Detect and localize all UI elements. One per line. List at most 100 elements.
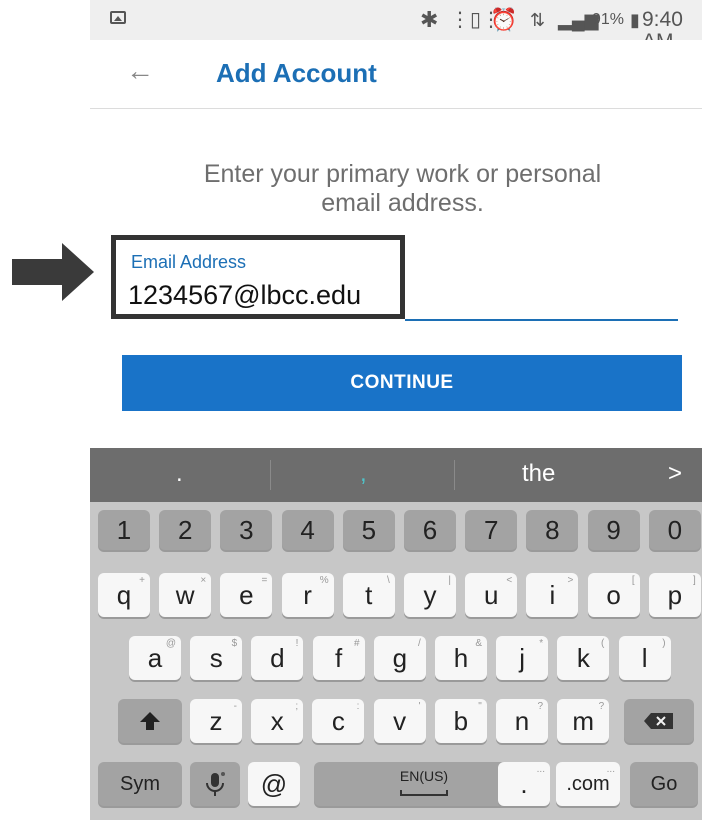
- key-s[interactable]: $ s: [190, 636, 243, 680]
- key-label: m: [572, 706, 595, 736]
- bluetooth-icon: ✱: [420, 7, 439, 32]
- key-label: r: [303, 580, 312, 610]
- key-5[interactable]: 5: [342, 510, 395, 550]
- key-secondary-label: *: [539, 638, 544, 649]
- microphone-icon: [206, 772, 225, 796]
- space-language-label: EN(US): [399, 768, 449, 784]
- key-l[interactable]: ) l: [618, 636, 671, 680]
- battery-icon: ▮: [630, 10, 640, 30]
- back-arrow-icon[interactable]: ←: [126, 54, 154, 88]
- key-v[interactable]: ' v: [373, 699, 426, 743]
- key-secondary-label: @: [165, 638, 176, 649]
- period-key[interactable]: ....: [498, 762, 550, 806]
- at-key[interactable]: @: [248, 762, 300, 806]
- key-label: 1: [116, 515, 132, 545]
- key-o[interactable]: [o: [587, 573, 640, 617]
- key-m[interactable]: ? m: [557, 699, 610, 743]
- key-label: g: [392, 643, 408, 673]
- key-g[interactable]: / g: [373, 636, 426, 680]
- key-label: 4: [300, 515, 315, 545]
- key-label: 6: [422, 515, 438, 545]
- key-z[interactable]: -z: [190, 699, 242, 743]
- voice-input-key[interactable]: [190, 762, 240, 806]
- key-label: x: [270, 706, 284, 736]
- key-secondary-label: ?: [598, 701, 605, 712]
- key-label: k: [576, 643, 590, 673]
- key-7[interactable]: 7: [465, 510, 518, 550]
- dotcom-key[interactable]: ... .com: [556, 762, 620, 806]
- key-label: h: [453, 643, 469, 673]
- key-secondary-label: ": [478, 701, 482, 712]
- key-t[interactable]: \ t: [342, 573, 395, 617]
- key-f[interactable]: # f: [312, 636, 365, 680]
- key-secondary-label: ...: [606, 764, 615, 775]
- pointer-arrow-icon: [12, 243, 94, 301]
- key-label: .: [520, 769, 528, 799]
- key-a[interactable]: @ a: [129, 636, 181, 680]
- key-q[interactable]: + q: [98, 573, 150, 617]
- key-b[interactable]: " b: [434, 699, 487, 743]
- key-n[interactable]: ? n: [496, 699, 548, 743]
- key-i[interactable]: > i: [526, 573, 579, 617]
- key-secondary-label: \: [387, 575, 390, 586]
- key-label: 3: [239, 515, 254, 545]
- key-label: 0: [667, 515, 683, 545]
- status-bar: ✱ ⋮▯⋮ ⏰ ⇅ ▂▄▆ 91% ▮ 9:40 AM: [90, 0, 702, 53]
- key-label: q: [116, 580, 132, 610]
- email-field-underline: [405, 319, 678, 321]
- sym-key[interactable]: Sym: [98, 762, 182, 806]
- email-field-value[interactable]: 1234567@lbcc.edu: [128, 278, 361, 312]
- backspace-key[interactable]: [624, 699, 694, 743]
- key-secondary-label: $: [231, 638, 238, 649]
- key-r[interactable]: % r: [281, 573, 334, 617]
- key-label: p: [667, 580, 683, 610]
- key-2[interactable]: 2: [159, 510, 212, 550]
- email-field[interactable]: Email Address 1234567@lbcc.edu: [111, 235, 405, 319]
- key-label: o: [606, 580, 621, 610]
- key-9[interactable]: 9: [587, 510, 640, 550]
- suggestion-period[interactable]: .: [176, 458, 183, 490]
- shift-key[interactable]: [118, 699, 182, 743]
- instruction-text: Enter your primary work or personal emai…: [203, 160, 602, 217]
- key-label: @: [260, 769, 288, 799]
- key-h[interactable]: & h: [435, 636, 487, 680]
- key-e[interactable]: = e: [220, 573, 273, 617]
- key-label: .com: [566, 773, 610, 795]
- key-label: 2: [177, 515, 193, 545]
- key-secondary-label: &: [475, 638, 482, 649]
- key-6[interactable]: 6: [404, 510, 456, 550]
- key-0[interactable]: 0: [648, 510, 701, 550]
- key-label: v: [393, 706, 407, 736]
- go-key[interactable]: Go: [630, 762, 698, 806]
- key-x[interactable]: ; x: [251, 699, 304, 743]
- key-1[interactable]: 1: [98, 510, 150, 550]
- key-secondary-label: ;: [295, 701, 299, 712]
- key-label: j: [519, 643, 526, 673]
- key-label: i: [549, 580, 556, 610]
- key-p[interactable]: ] p: [648, 573, 701, 617]
- key-4[interactable]: 4: [281, 510, 334, 550]
- suggestion-divider: [454, 460, 455, 490]
- suggestion-the[interactable]: the: [522, 458, 555, 490]
- key-secondary-label: (: [601, 638, 605, 649]
- continue-button[interactable]: CONTINUE: [122, 355, 682, 411]
- key-y[interactable]: | y: [404, 573, 456, 617]
- key-secondary-label: [: [631, 575, 635, 586]
- key-u[interactable]: < u: [465, 573, 518, 617]
- key-d[interactable]: ! d: [251, 636, 304, 680]
- chevron-right-icon[interactable]: >: [668, 458, 682, 490]
- key-c[interactable]: :c: [312, 699, 365, 743]
- suggestion-comma[interactable]: ,: [360, 458, 367, 490]
- key-label: c: [331, 706, 345, 736]
- key-j[interactable]: * j: [496, 636, 549, 680]
- key-label: f: [334, 643, 343, 673]
- key-8[interactable]: 8: [526, 510, 579, 550]
- key-k[interactable]: (k: [557, 636, 610, 680]
- key-secondary-label: +: [139, 575, 145, 586]
- key-3[interactable]: 3: [220, 510, 273, 550]
- key-w[interactable]: × w: [159, 573, 212, 617]
- key-secondary-label: >: [567, 575, 574, 586]
- key-label: e: [239, 580, 254, 610]
- data-icon: ⇅: [530, 10, 546, 30]
- key-label: s: [209, 643, 223, 673]
